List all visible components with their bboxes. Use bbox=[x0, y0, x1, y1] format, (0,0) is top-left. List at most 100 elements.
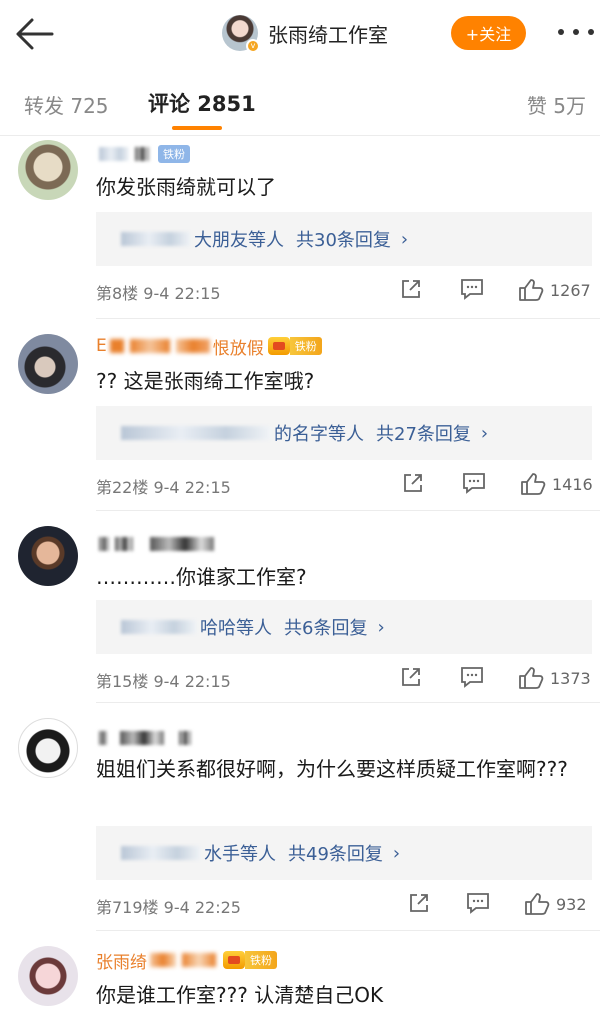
reply-users: 大朋友等人 bbox=[194, 230, 284, 251]
comment-text: …………你谁家工作室? bbox=[96, 565, 307, 589]
reply-count: 共6条回复 bbox=[284, 618, 368, 639]
redacted-name bbox=[175, 339, 210, 353]
reply-count: 共27条回复 bbox=[376, 424, 471, 445]
user-name-row[interactable] bbox=[96, 726, 194, 750]
more-options-icon[interactable] bbox=[556, 24, 596, 40]
redacted-name bbox=[121, 620, 197, 634]
fan-badge: 铁粉 bbox=[289, 337, 322, 355]
crown-icon bbox=[267, 337, 290, 355]
redacted-name bbox=[99, 537, 109, 551]
divider bbox=[96, 318, 600, 319]
page-title: 张雨绮工作室 bbox=[268, 22, 388, 47]
tab-likes[interactable]: 赞 5万 bbox=[527, 90, 586, 119]
reply-button[interactable] bbox=[462, 472, 486, 494]
redacted-name bbox=[99, 147, 129, 161]
like-button[interactable]: 1373 bbox=[518, 666, 591, 690]
share-button[interactable] bbox=[400, 278, 422, 300]
reply-users: 哈哈等人 bbox=[200, 618, 272, 639]
comment-meta: 第22楼 9-4 22:15 bbox=[96, 474, 231, 498]
redacted-name bbox=[121, 232, 191, 246]
share-icon bbox=[402, 280, 420, 298]
redacted-name bbox=[129, 339, 170, 353]
active-tab-indicator bbox=[172, 126, 222, 130]
comment-icon bbox=[461, 667, 483, 688]
redacted-name bbox=[179, 731, 191, 745]
avatar[interactable] bbox=[18, 334, 78, 394]
chevron-right-icon: › bbox=[400, 228, 409, 250]
crown-icon bbox=[223, 951, 245, 969]
like-button[interactable]: 932 bbox=[524, 892, 587, 916]
avatar[interactable] bbox=[18, 140, 78, 200]
follow-button[interactable]: +关注 bbox=[451, 16, 526, 50]
top-bar: v 张雨绮工作室 +关注 bbox=[0, 0, 600, 66]
redacted-name bbox=[99, 731, 107, 745]
back-arrow-icon[interactable] bbox=[14, 16, 54, 52]
fan-badge: 铁粉 bbox=[245, 951, 277, 969]
comment-text: 你发张雨绮就可以了 bbox=[96, 175, 276, 199]
reply-count: 共30条回复 bbox=[296, 230, 391, 251]
redacted-name bbox=[109, 339, 124, 353]
comment-time: 9-4 22:15 bbox=[143, 284, 221, 303]
user-name-prefix: E bbox=[96, 336, 107, 356]
reply-count: 共49条回复 bbox=[288, 844, 383, 865]
tab-comments[interactable]: 评论 2851 bbox=[148, 88, 256, 118]
comment-item: E 恨放假 铁粉 ?? 这是张雨绮工作室哦? 的名字等人 共27条回复 › 第2… bbox=[0, 318, 600, 510]
divider bbox=[96, 510, 600, 511]
divider bbox=[96, 702, 600, 703]
avatar[interactable] bbox=[18, 946, 78, 1006]
reply-button[interactable] bbox=[460, 278, 484, 300]
reply-button[interactable] bbox=[460, 666, 484, 688]
redacted-name bbox=[115, 537, 133, 551]
redacted-name bbox=[135, 147, 149, 161]
comment-icon bbox=[461, 279, 483, 300]
replies-preview[interactable]: 哈哈等人 共6条回复 › bbox=[96, 600, 592, 654]
reply-users: 的名字等人 bbox=[274, 424, 364, 445]
redacted-name bbox=[120, 731, 164, 745]
share-button[interactable] bbox=[408, 892, 430, 914]
user-name-prefix: 张雨绮 bbox=[96, 952, 147, 973]
comment-time: 9-4 22:25 bbox=[163, 898, 241, 917]
floor-number: 第719楼 bbox=[96, 898, 159, 917]
redacted-name bbox=[182, 953, 216, 967]
comment-text: 姐姐们关系都很好啊，为什么要这样质疑工作室啊??? bbox=[96, 757, 568, 781]
comment-meta: 第719楼 9-4 22:25 bbox=[96, 894, 241, 918]
redacted-name bbox=[150, 537, 214, 551]
redacted-name bbox=[150, 953, 176, 967]
chevron-right-icon: › bbox=[480, 422, 489, 444]
comment-item: 铁粉 你发张雨绮就可以了 大朋友等人 共30条回复 › 第8楼 9-4 22:1… bbox=[0, 136, 600, 318]
replies-preview[interactable]: 水手等人 共49条回复 › bbox=[96, 826, 592, 880]
comment-icon bbox=[467, 893, 489, 914]
floor-number: 第15楼 bbox=[96, 672, 149, 691]
user-name-row[interactable]: 铁粉 bbox=[96, 142, 190, 166]
share-button[interactable] bbox=[402, 472, 424, 494]
floor-number: 第22楼 bbox=[96, 478, 149, 497]
reply-users: 水手等人 bbox=[204, 844, 276, 865]
fan-badge: 铁粉 bbox=[158, 145, 190, 163]
like-button[interactable]: 1416 bbox=[520, 472, 593, 496]
comment-item: …………你谁家工作室? 哈哈等人 共6条回复 › 第15楼 9-4 22:15 … bbox=[0, 510, 600, 702]
like-count: 1373 bbox=[550, 668, 591, 688]
comment-meta: 第8楼 9-4 22:15 bbox=[96, 280, 221, 304]
replies-preview[interactable]: 的名字等人 共27条回复 › bbox=[96, 406, 592, 460]
comment-time: 9-4 22:15 bbox=[153, 672, 231, 691]
user-name-row[interactable] bbox=[96, 532, 217, 556]
floor-number: 第8楼 bbox=[96, 284, 139, 303]
tab-bar: 转发 725 评论 2851 赞 5万 bbox=[0, 66, 600, 136]
account-avatar: v bbox=[222, 15, 260, 53]
user-name-row[interactable]: 张雨绮 铁粉 bbox=[96, 948, 277, 973]
user-name-row[interactable]: E 恨放假 铁粉 bbox=[96, 334, 322, 359]
avatar[interactable] bbox=[18, 526, 78, 586]
avatar[interactable] bbox=[18, 718, 78, 778]
thumbs-up-icon bbox=[521, 473, 546, 495]
reply-button[interactable] bbox=[466, 892, 490, 914]
share-icon bbox=[402, 668, 420, 686]
thumbs-up-icon bbox=[519, 279, 544, 301]
account-title[interactable]: v 张雨绮工作室 bbox=[222, 14, 388, 53]
like-button[interactable]: 1267 bbox=[518, 278, 591, 302]
share-button[interactable] bbox=[400, 666, 422, 688]
share-icon bbox=[404, 474, 422, 492]
chevron-right-icon: › bbox=[377, 616, 385, 638]
replies-preview[interactable]: 大朋友等人 共30条回复 › bbox=[96, 212, 592, 266]
tab-repost[interactable]: 转发 725 bbox=[24, 90, 109, 119]
share-icon bbox=[410, 894, 428, 912]
